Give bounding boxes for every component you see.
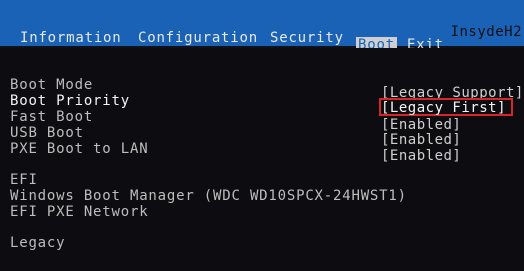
setting-boot-mode-label[interactable]: Boot Mode	[10, 77, 93, 93]
setting-fast-boot-value[interactable]: [Enabled]	[381, 117, 461, 133]
efi-section-heading: EFI	[10, 172, 38, 188]
tab-configuration[interactable]: Configuration	[138, 30, 258, 46]
boot-order-item[interactable]: Windows Boot Manager (WDC WD10SPCX-24HWS…	[10, 188, 407, 204]
title-strip	[0, 0, 524, 24]
setting-pxe-boot-value[interactable]: [Enabled]	[381, 148, 461, 164]
setting-pxe-boot-label[interactable]: PXE Boot to LAN	[10, 141, 148, 157]
setting-boot-priority-value[interactable]: [Legacy First]	[381, 100, 506, 116]
setting-usb-boot-label[interactable]: USB Boot	[10, 125, 84, 141]
boot-order-item[interactable]: EFI PXE Network	[10, 204, 148, 220]
tab-security[interactable]: Security	[270, 30, 344, 46]
vendor-label: InsydeH2	[450, 24, 522, 40]
setting-fast-boot-label[interactable]: Fast Boot	[10, 109, 93, 125]
setting-usb-boot-value[interactable]: [Enabled]	[381, 132, 461, 148]
legacy-section-heading: Legacy	[10, 235, 66, 251]
setting-boot-priority-label[interactable]: Boot Priority	[10, 93, 130, 109]
tab-information[interactable]: Information	[20, 30, 122, 46]
bios-screen: InsydeH2 Information Configuration Secur…	[0, 0, 524, 271]
